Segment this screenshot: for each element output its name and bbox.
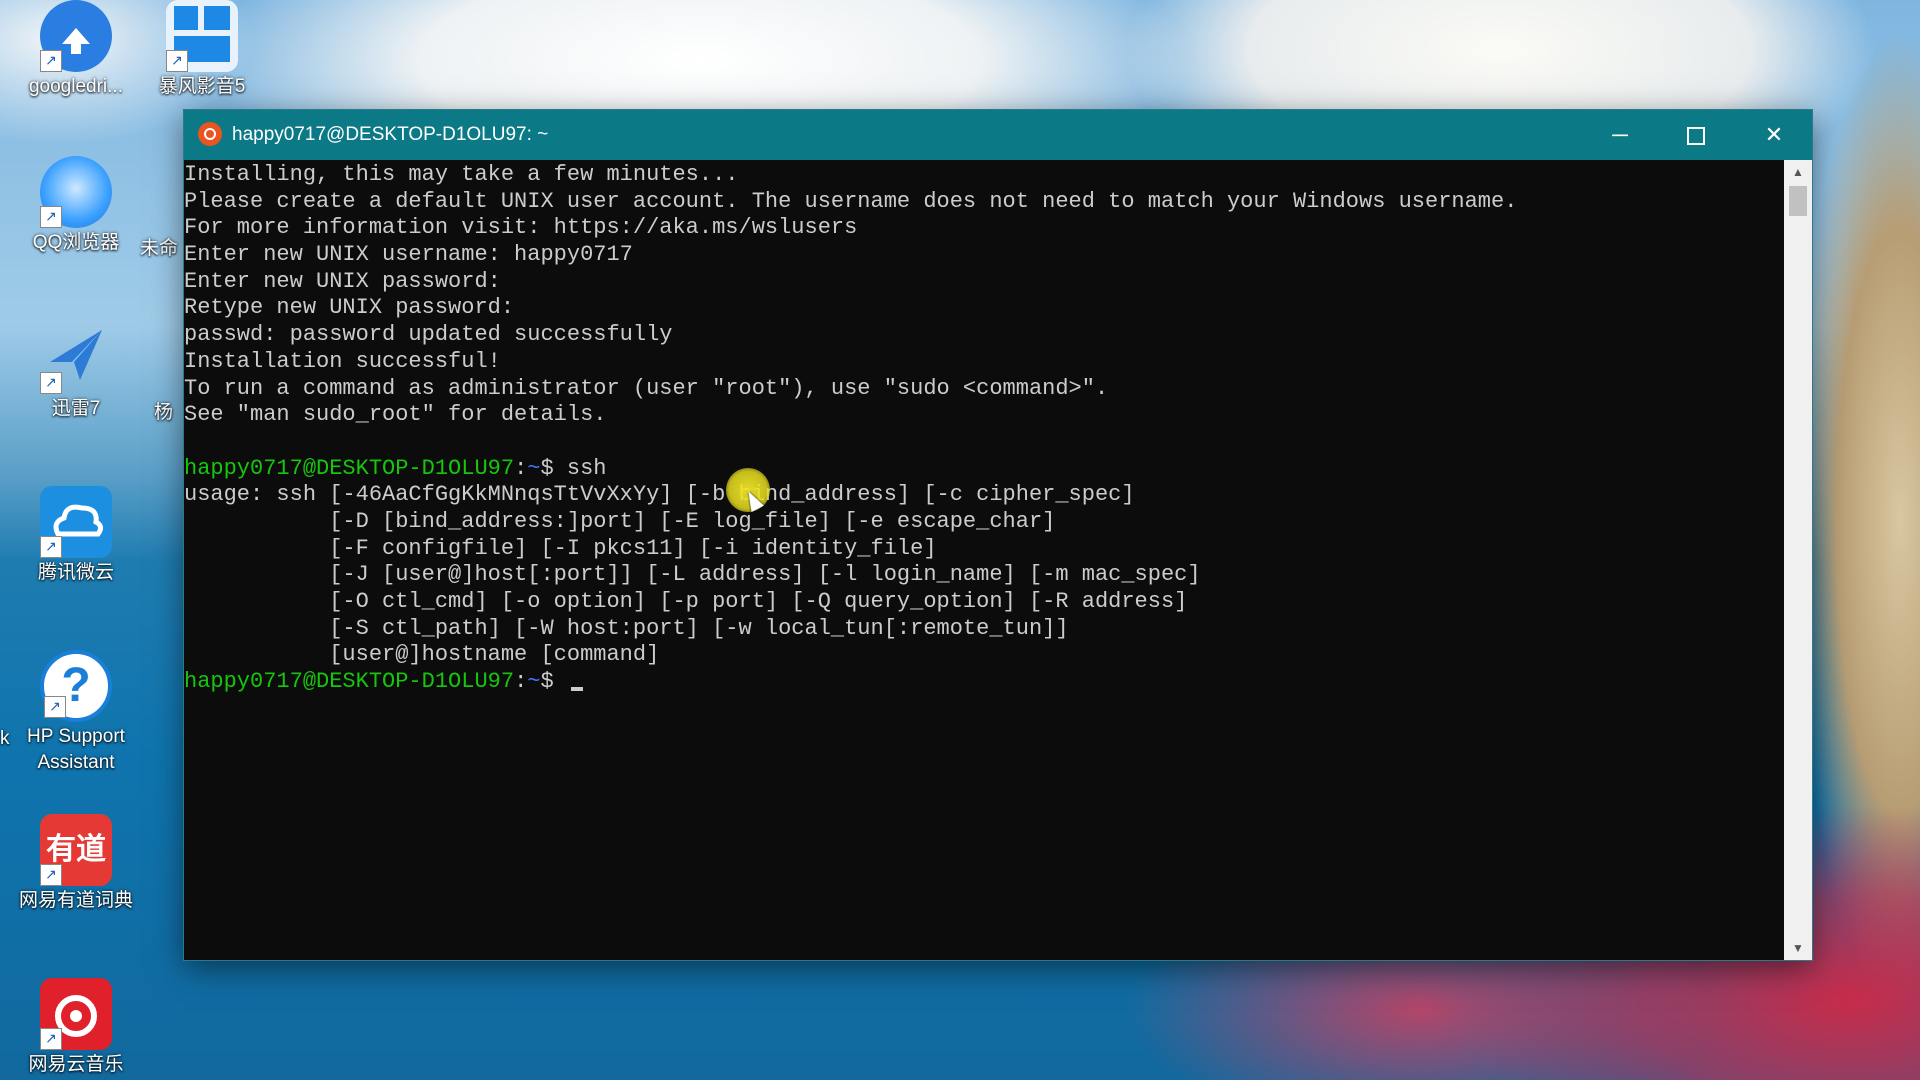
desktop-icon-label: k <box>0 728 10 749</box>
cloud-icon: ↗ <box>40 486 112 558</box>
terminal-line: Enter new UNIX password: <box>184 268 501 294</box>
close-button[interactable]: ✕ <box>1736 110 1812 160</box>
desktop-icon-label: 网易有道词典 <box>18 890 133 911</box>
desktop-icon-label: 腾讯微云 <box>37 562 114 583</box>
ubuntu-icon <box>198 122 222 146</box>
usage-line: [-J [user@]host[:port]] [-L address] [-l… <box>184 562 1201 588</box>
shortcut-arrow-icon: ↗ <box>44 696 66 718</box>
desktop-icon-youdao[interactable]: 有道 ↗ 网易有道词典 <box>6 814 146 914</box>
shortcut-arrow-icon: ↗ <box>40 372 62 394</box>
desktop-icon-weiyun[interactable]: ↗ 腾讯微云 <box>6 486 146 586</box>
usage-line: [-F configfile] [-I pkcs11] [-i identity… <box>184 535 937 561</box>
bird-icon: ↗ <box>40 322 112 394</box>
usage-line: [-O ctl_cmd] [-o option] [-p port] [-Q q… <box>184 589 1188 614</box>
prompt-path: ~ <box>527 669 541 695</box>
desktop-icon-partial-3[interactable]: k <box>0 726 14 752</box>
desktop-icon-xunlei[interactable]: ↗ 迅雷7 <box>6 322 146 422</box>
terminal-line: passwd: password updated successfully <box>184 322 673 348</box>
desktop-icon-label: HP Support Assistant <box>27 726 125 773</box>
scrollbar-thumb[interactable] <box>1789 186 1807 216</box>
terminal-line: For more information visit: https://aka.… <box>184 215 858 241</box>
vertical-scrollbar[interactable]: ▲ ▼ <box>1784 160 1812 960</box>
shortcut-arrow-icon: ↗ <box>40 1028 62 1050</box>
maximize-button[interactable] <box>1658 110 1734 160</box>
terminal-line: Enter new UNIX username: happy0717 <box>184 242 633 268</box>
usage-line: [user@]hostname [command] <box>184 642 660 668</box>
desktop-icon-netease-music[interactable]: ↗ 网易云音乐 <box>6 978 146 1078</box>
cloud-upload-icon: ↗ <box>40 0 112 72</box>
prompt-user-host: happy0717@DESKTOP-D1OLU97 <box>184 669 515 695</box>
desktop-icon-label: 迅雷7 <box>51 398 101 419</box>
scroll-up-arrow-icon[interactable]: ▲ <box>1784 160 1812 184</box>
terminal-line: To run a command as administrator (user … <box>184 375 1109 401</box>
terminal-line: Installation successful! <box>184 348 501 374</box>
prompt-symbol: $ <box>540 455 554 481</box>
music-icon: ↗ <box>40 978 112 1050</box>
help-question-icon: ? ↗ <box>40 650 112 722</box>
shortcut-arrow-icon: ↗ <box>40 536 62 558</box>
desktop-icon-partial-1[interactable]: 未命 <box>140 236 188 262</box>
usage-line: [-S ctl_path] [-W host:port] [-w local_t… <box>184 615 1069 641</box>
desktop-icon-label: QQ浏览器 <box>32 232 120 253</box>
desktop-icon-label: 未命 <box>140 238 179 259</box>
terminal-line: See "man sudo_root" for details. <box>184 402 607 428</box>
shortcut-arrow-icon: ↗ <box>40 864 62 886</box>
prompt-path: ~ <box>527 455 541 481</box>
maximize-icon <box>1687 127 1705 146</box>
desktop-icon-googledrive[interactable]: ↗ googledri... <box>6 0 146 100</box>
media-player-icon: ↗ <box>166 0 238 72</box>
window-title: happy0717@DESKTOP-D1OLU97: ~ <box>232 124 549 145</box>
prompt-line[interactable]: happy0717@DESKTOP-D1OLU97:~$ <box>184 669 1784 696</box>
shortcut-arrow-icon: ↗ <box>166 50 188 72</box>
usage-line: usage: ssh [-46AaCfGgKkMNnqsTtVvXxYy] [-… <box>184 482 1135 508</box>
command-text: ssh <box>566 455 607 481</box>
desktop-icon-label: 暴风影音5 <box>158 76 246 97</box>
desktop-icon-hp-support[interactable]: ? ↗ HP Support Assistant <box>6 650 146 776</box>
desktop-icon-label: googledri... <box>28 76 123 97</box>
terminal-line: Retype new UNIX password: <box>184 295 515 321</box>
terminal-line: Please create a default UNIX user accoun… <box>184 188 1518 214</box>
qq-browser-icon: ↗ <box>40 156 112 228</box>
title-bar[interactable]: happy0717@DESKTOP-D1OLU97: ~ ─ ✕ <box>184 110 1812 160</box>
shortcut-arrow-icon: ↗ <box>40 206 62 228</box>
usage-line: [-D [bind_address:]port] [-E log_file] [… <box>184 508 1056 534</box>
desktop-icon-qq-browser[interactable]: ↗ QQ浏览器 <box>6 156 146 256</box>
minimize-button[interactable]: ─ <box>1582 110 1658 160</box>
shortcut-arrow-icon: ↗ <box>40 50 62 72</box>
terminal-output[interactable]: Installing, this may take a few minutes.… <box>184 160 1784 962</box>
desktop-icon-partial-2[interactable]: 杨 <box>154 400 184 426</box>
desktop-icon-baofeng[interactable]: ↗ 暴风影音5 <box>132 0 272 100</box>
youdao-dictionary-icon: 有道 ↗ <box>40 814 112 886</box>
text-cursor <box>570 687 583 692</box>
prompt-user-host: happy0717@DESKTOP-D1OLU97 <box>184 455 515 481</box>
scroll-down-arrow-icon[interactable]: ▼ <box>1784 936 1812 960</box>
desktop-icon-label: 网易云音乐 <box>28 1054 124 1075</box>
prompt-line: happy0717@DESKTOP-D1OLU97:~$ ssh <box>184 455 607 481</box>
prompt-symbol: $ <box>540 669 554 695</box>
terminal-line: Installing, this may take a few minutes.… <box>184 162 739 187</box>
terminal-window[interactable]: happy0717@DESKTOP-D1OLU97: ~ ─ ✕ Install… <box>184 110 1812 960</box>
desktop-icon-label: 杨 <box>154 402 174 423</box>
